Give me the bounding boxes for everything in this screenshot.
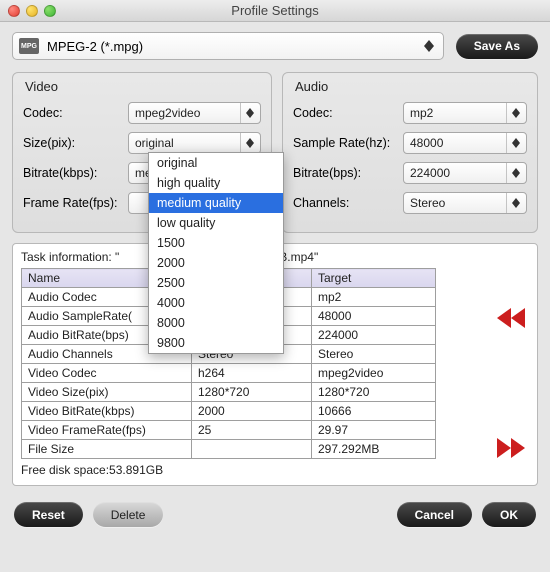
table-row: Video FrameRate(fps)2529.97 — [22, 421, 436, 440]
table-row: Video BitRate(kbps)200010666 — [22, 402, 436, 421]
chevron-updown-icon — [506, 193, 522, 213]
dropdown-option[interactable]: 9800 — [149, 333, 283, 353]
audio-channels-select[interactable]: Stereo — [403, 192, 527, 214]
video-codec-select[interactable]: mpeg2video — [128, 102, 261, 124]
dropdown-option[interactable]: 1500 — [149, 233, 283, 253]
dropdown-option[interactable]: 8000 — [149, 313, 283, 333]
dropdown-option[interactable]: 2500 — [149, 273, 283, 293]
dropdown-option[interactable]: original — [149, 153, 283, 173]
reset-button[interactable]: Reset — [14, 502, 83, 527]
audio-samplerate-select[interactable]: 48000 — [403, 132, 527, 154]
delete-button[interactable]: Delete — [93, 502, 164, 527]
audio-group-title: Audio — [295, 79, 527, 94]
col-target: Target — [312, 269, 436, 288]
chevron-updown-icon — [506, 103, 522, 123]
cancel-button[interactable]: Cancel — [397, 502, 472, 527]
dropdown-option[interactable]: 2000 — [149, 253, 283, 273]
dialog-footer: Reset Delete Cancel OK — [0, 494, 550, 539]
audio-bitrate-select[interactable]: 224000 — [403, 162, 527, 184]
video-framerate-label: Frame Rate(fps): — [23, 196, 128, 210]
free-disk-label: Free disk space:53.891GB — [21, 463, 529, 477]
fast-forward-icon[interactable] — [495, 438, 527, 458]
audio-channels-label: Channels: — [293, 196, 403, 210]
dropdown-option[interactable]: medium quality — [149, 193, 283, 213]
table-row: Video Codech264mpeg2video — [22, 364, 436, 383]
video-size-select[interactable]: original — [128, 132, 261, 154]
audio-codec-label: Codec: — [293, 106, 403, 120]
audio-samplerate-label: Sample Rate(hz): — [293, 136, 403, 150]
video-codec-label: Codec: — [23, 106, 128, 120]
dropdown-option[interactable]: 4000 — [149, 293, 283, 313]
table-row: Video Size(pix)1280*7201280*720 — [22, 383, 436, 402]
video-bitrate-dropdown[interactable]: originalhigh qualitymedium qualitylow qu… — [148, 152, 284, 354]
titlebar: Profile Settings — [0, 0, 550, 22]
rewind-icon[interactable] — [495, 308, 527, 328]
dropdown-option[interactable]: low quality — [149, 213, 283, 233]
ok-button[interactable]: OK — [482, 502, 536, 527]
audio-group: Audio Codec: mp2 Sample Rate(hz): 48000 — [282, 72, 538, 233]
profile-format-label: MPEG-2 (*.mpg) — [47, 39, 421, 54]
audio-bitrate-label: Bitrate(bps): — [293, 166, 403, 180]
profile-format-select[interactable]: MPG MPEG-2 (*.mpg) — [12, 32, 444, 60]
video-bitrate-label: Bitrate(kbps): — [23, 166, 128, 180]
chevron-updown-icon — [240, 133, 256, 153]
save-as-button[interactable]: Save As — [456, 34, 538, 59]
chevron-updown-icon — [421, 40, 437, 52]
chevron-updown-icon — [506, 133, 522, 153]
video-size-label: Size(pix): — [23, 136, 128, 150]
format-icon: MPG — [19, 38, 39, 54]
table-row: File Size297.292MB — [22, 440, 436, 459]
dropdown-option[interactable]: high quality — [149, 173, 283, 193]
video-group-title: Video — [25, 79, 261, 94]
window-title: Profile Settings — [0, 3, 550, 18]
chevron-updown-icon — [506, 163, 522, 183]
chevron-updown-icon — [240, 103, 256, 123]
audio-codec-select[interactable]: mp2 — [403, 102, 527, 124]
